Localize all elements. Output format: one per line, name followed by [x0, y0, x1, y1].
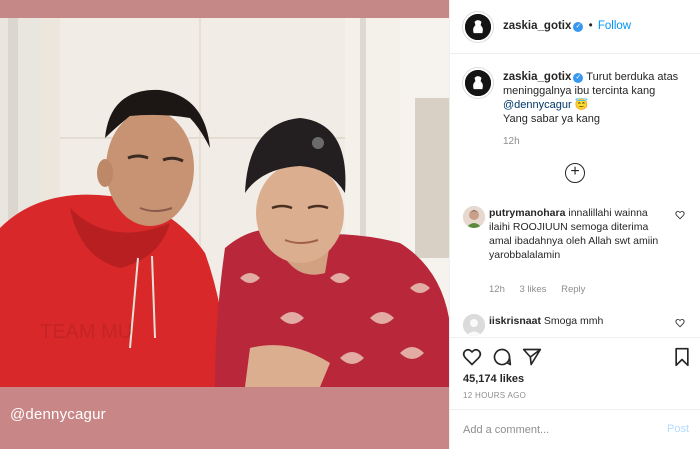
post-photo[interactable]: TEAM MU [0, 18, 449, 387]
comment-like-heart-icon[interactable] [675, 318, 685, 328]
avatar-placeholder-icon [463, 314, 485, 336]
post-actions: 45,174 likes 12 HOURS AGO [450, 337, 700, 409]
add-comment-input[interactable] [463, 420, 653, 440]
comment-text: iiskrisnaat Smoga mmh [489, 314, 665, 328]
comment-likes[interactable]: 3 likes [520, 284, 547, 295]
caption-text-after: Yang sabar ya kang [503, 113, 601, 125]
media-top-band [0, 0, 449, 18]
comment-like-heart-icon[interactable] [675, 210, 685, 220]
post-media[interactable]: TEAM MU @dennycagur [0, 0, 449, 449]
follow-button[interactable]: Follow [598, 20, 631, 32]
post-header: zaskia_gotix ✓ • Follow [450, 0, 700, 54]
comment-text: putrymanohara innalillahi wainna ilaihi … [489, 206, 665, 262]
caption-text: zaskia_gotix ✓ Turut berduka atas meningg… [503, 70, 699, 126]
commenter-avatar[interactable] [463, 206, 485, 228]
share-icon[interactable] [522, 347, 542, 367]
comment-content: Smoga mmh [543, 315, 604, 327]
caption-emoji: 😇 [574, 99, 589, 111]
caption-mention-link[interactable]: @dennycagur [503, 99, 572, 111]
header-separator: • [588, 20, 593, 32]
verified-badge-icon: ✓ [573, 73, 584, 83]
likes-count[interactable]: 45,174 likes [463, 373, 524, 385]
heart-icon[interactable] [462, 347, 482, 367]
commenter-username[interactable]: iiskrisnaat [489, 315, 541, 327]
selfie-photo-image: TEAM MU [0, 18, 449, 387]
comments-list[interactable]: zaskia_gotix ✓ Turut berduka atas meningg… [450, 55, 700, 337]
bookmark-icon[interactable] [672, 347, 692, 367]
comment-time[interactable]: 12h [489, 284, 505, 295]
svg-text:TEAM MU: TEAM MU [40, 321, 132, 343]
header-username[interactable]: zaskia_gotix [503, 20, 571, 32]
post-comment-button[interactable]: Post [667, 423, 689, 435]
load-more-comments-button[interactable]: + [565, 163, 585, 183]
caption-time[interactable]: 12h [503, 136, 520, 147]
caption-author-avatar[interactable] [463, 68, 493, 98]
avatar-photo-icon [463, 206, 485, 228]
comment-meta: 12h 3 likes Reply [489, 284, 597, 295]
comment-reply-button[interactable]: Reply [561, 284, 585, 295]
media-caption-overlay: @dennycagur [10, 406, 106, 423]
avatar-logo-icon [465, 70, 491, 96]
author-avatar[interactable] [463, 12, 493, 42]
post-time-ago[interactable]: 12 HOURS AGO [463, 391, 526, 400]
caption-username[interactable]: zaskia_gotix [503, 71, 571, 83]
post-sidebar: zaskia_gotix ✓ • Follow zaskia_gotix ✓ Tur… [449, 0, 700, 449]
commenter-username[interactable]: putrymanohara [489, 207, 565, 219]
avatar-logo-icon [465, 14, 491, 40]
verified-badge-icon: ✓ [573, 22, 584, 32]
comment-icon[interactable] [492, 347, 512, 367]
commenter-avatar[interactable] [463, 314, 485, 336]
add-comment-bar: Post [450, 409, 700, 449]
header-user-line: zaskia_gotix ✓ • Follow [503, 20, 631, 32]
